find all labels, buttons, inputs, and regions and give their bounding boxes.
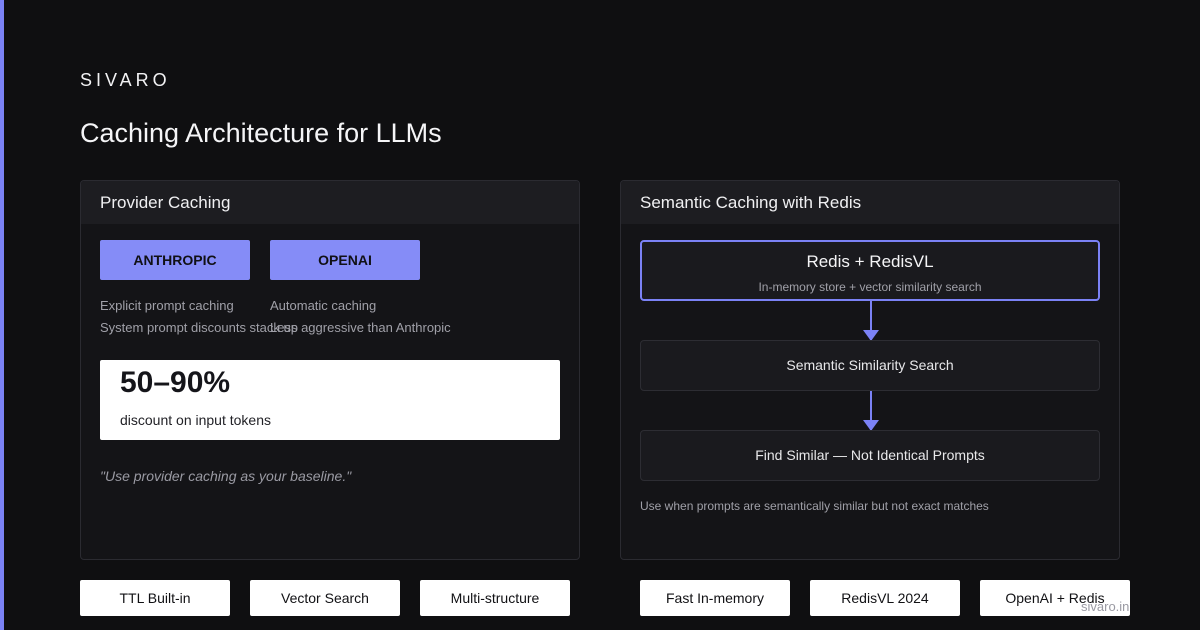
anthropic-desc-2: System prompt discounts stack up [100, 320, 298, 335]
anthropic-desc-1: Explicit prompt caching [100, 298, 234, 313]
arrow-down-icon [863, 391, 879, 431]
openai-button[interactable]: OPENAI [270, 240, 420, 280]
openai-desc-1: Automatic caching [270, 298, 377, 313]
panel-heading: Semantic Caching with Redis [621, 181, 1119, 224]
find-similar-node: Find Similar — Not Identical Prompts [640, 430, 1100, 481]
tag-ttl-built-in: TTL Built-in [80, 580, 230, 616]
page-title: Caching Architecture for LLMs [80, 118, 442, 148]
tag-multi-structure: Multi-structure [420, 580, 570, 616]
tag-fast-in-memory: Fast In-memory [640, 580, 790, 616]
openai-desc-2: Less aggressive than Anthropic [270, 320, 451, 335]
baseline-quote: "Use provider caching as your baseline." [100, 468, 352, 484]
similarity-search-node: Semantic Similarity Search [640, 340, 1100, 391]
provider-caching-panel: Provider Caching ANTHROPIC OPENAI Explic… [80, 180, 580, 560]
redis-node: Redis + RedisVL In-memory store + vector… [640, 240, 1100, 301]
usage-note: Use when prompts are semantically simila… [640, 499, 989, 513]
brand-logo: SIVARO [80, 70, 171, 90]
stat-value: 50–90% [120, 366, 231, 399]
panel-heading: Provider Caching [81, 181, 579, 224]
semantic-caching-panel: Semantic Caching with Redis Redis + Redi… [620, 180, 1120, 560]
arrow-down-icon [863, 301, 879, 341]
tag-redisvl-2024: RedisVL 2024 [810, 580, 960, 616]
anthropic-button[interactable]: ANTHROPIC [100, 240, 250, 280]
footer-url: sivaro.in [1081, 599, 1130, 614]
redis-node-title: Redis + RedisVL [806, 252, 934, 271]
tag-vector-search: Vector Search [250, 580, 400, 616]
stat-label: discount on input tokens [120, 412, 271, 428]
accent-bar [0, 0, 4, 630]
redis-node-subtitle: In-memory store + vector similarity sear… [758, 280, 982, 294]
discount-stat-card: 50–90% discount on input tokens [100, 360, 560, 440]
